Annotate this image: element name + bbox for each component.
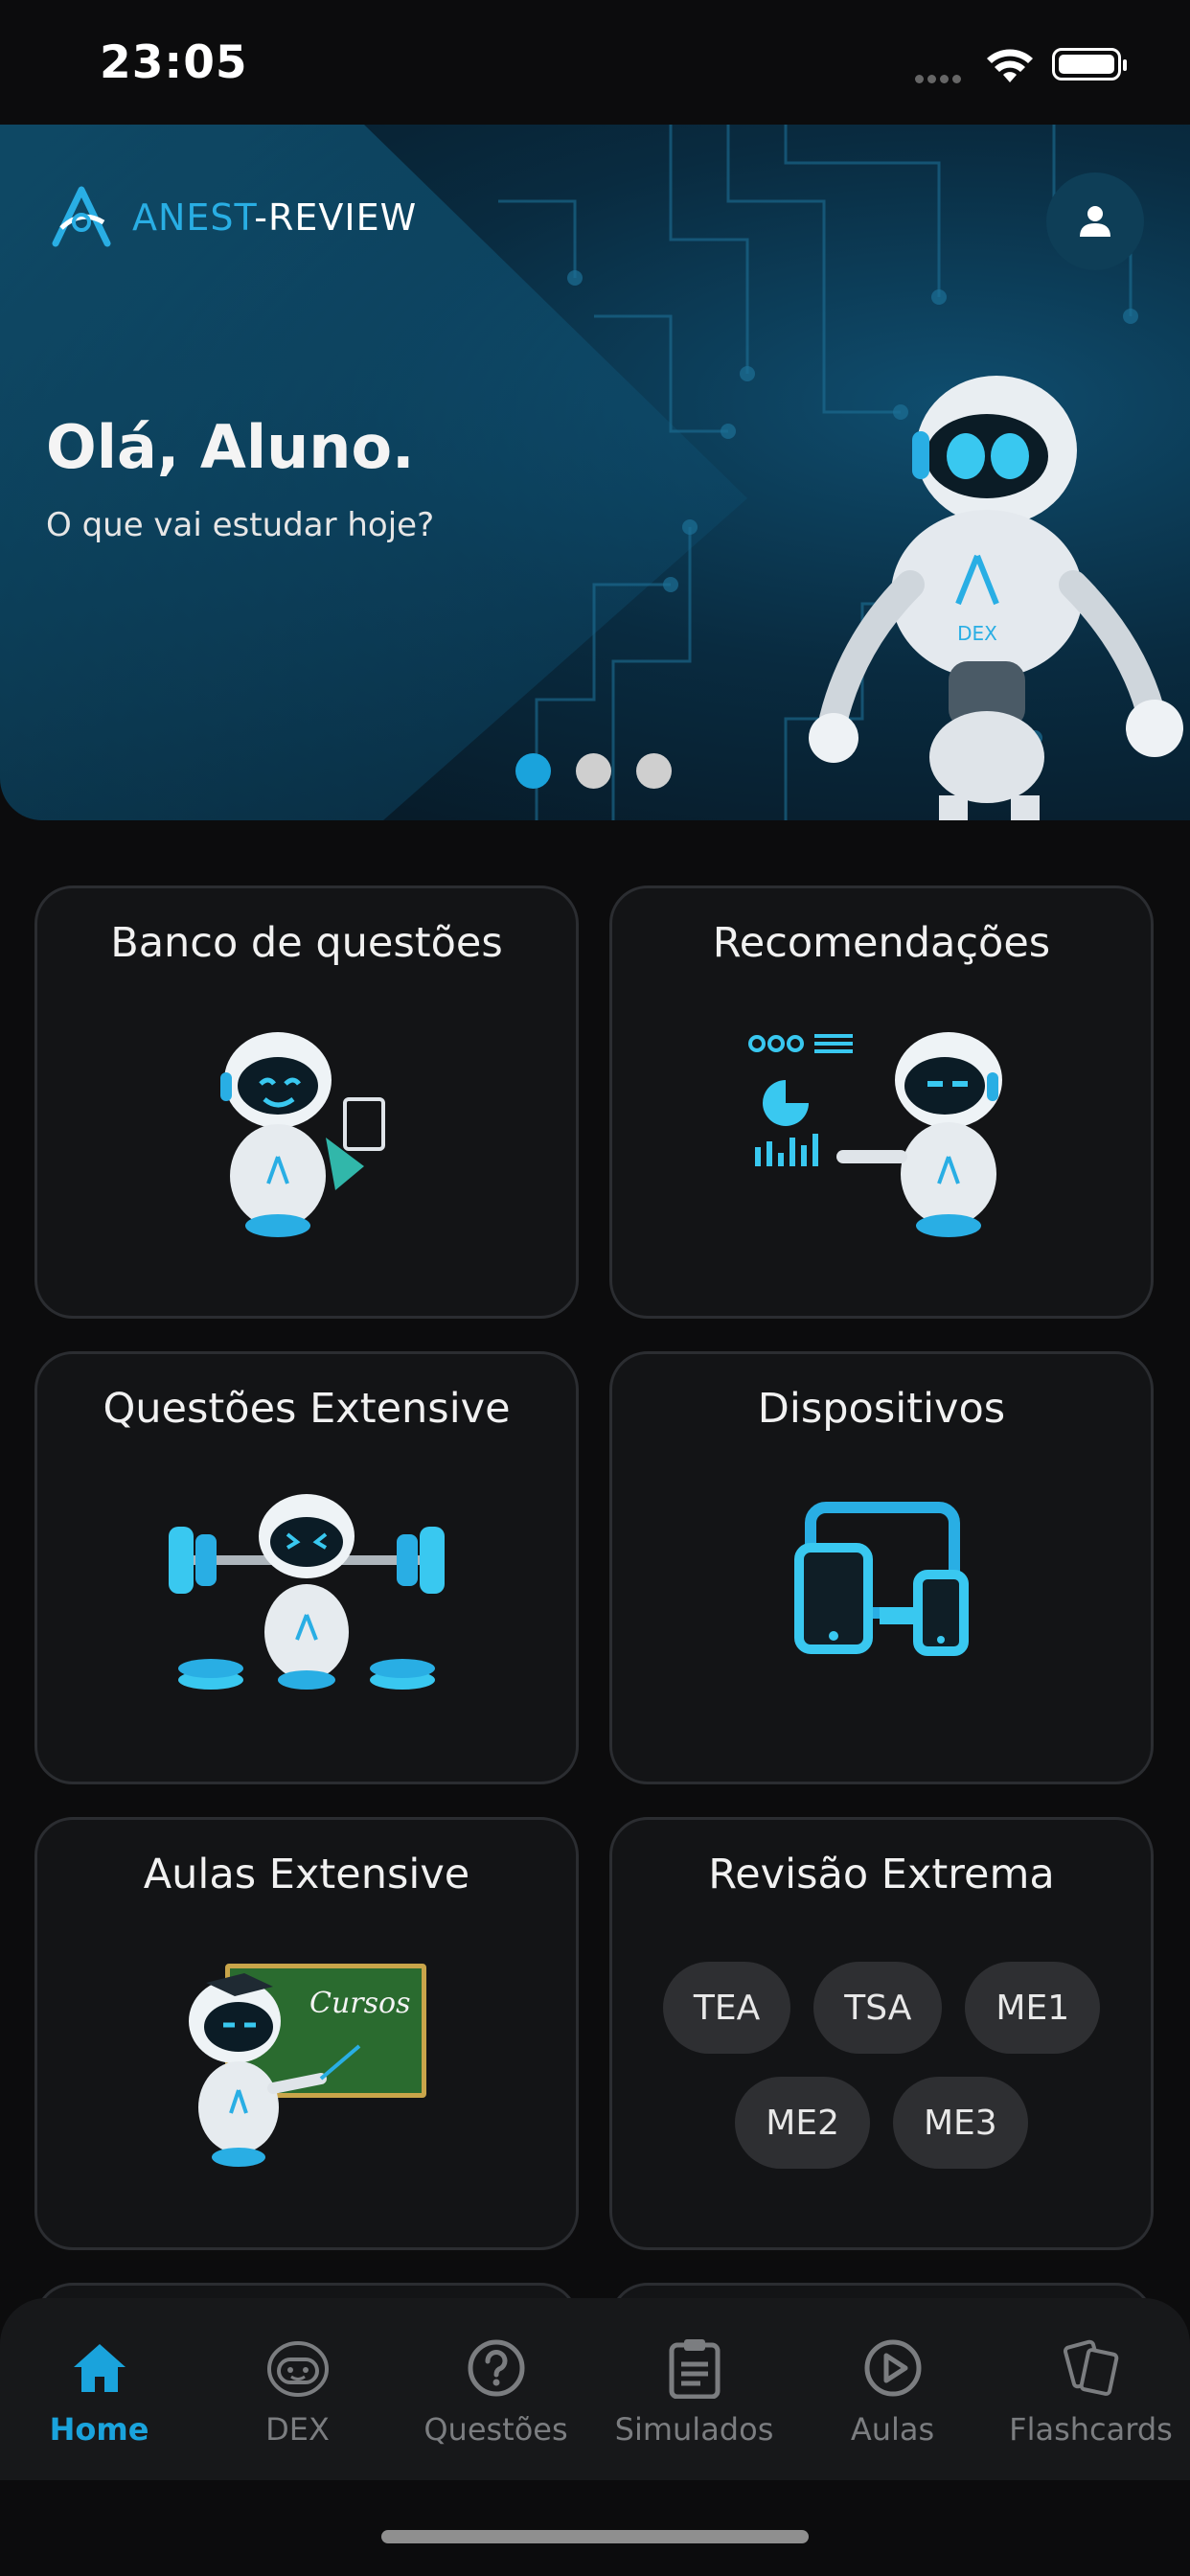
robot-analytics-icon (748, 1032, 1002, 1237)
cards-icon (1063, 2339, 1118, 2396)
greeting-subtitle: O que vai estudar hoje? (46, 506, 435, 544)
chip-me3[interactable]: ME3 (893, 2077, 1028, 2169)
carousel-dot[interactable] (576, 753, 611, 789)
card-revisao-extrema[interactable]: Revisão Extrema TEA TSA ME1 ME2 ME3 (609, 1817, 1154, 2250)
exam-chip-group: TEA TSA ME1 ME2 ME3 (612, 1962, 1151, 2169)
signal-icon (915, 69, 965, 87)
nav-label: Flashcards (1009, 2411, 1173, 2448)
robot-clipboard-icon (220, 1032, 385, 1237)
nav-label: Simulados (614, 2411, 774, 2448)
robot-face-icon (266, 2341, 329, 2397)
card-title: Revisão Extrema (708, 1851, 1055, 1898)
nav-label: DEX (265, 2411, 330, 2448)
card-title: Dispositivos (757, 1385, 1006, 1433)
hero-banner[interactable]: ANEST-REVIEW Olá, Aluno. O que vai estud… (0, 125, 1190, 820)
nav-label: Questões (423, 2411, 568, 2448)
card-title: Banco de questões (110, 919, 503, 967)
profile-button[interactable] (1046, 172, 1144, 270)
robot-mascot-icon: DEX (809, 376, 1183, 820)
carousel-indicator[interactable] (515, 753, 672, 789)
nav-item-home[interactable]: Home (0, 2334, 198, 2448)
question-circle-icon (468, 2339, 524, 2397)
wifi-icon (987, 49, 1033, 82)
card-aulas-extensive[interactable]: Aulas Extensive Cursos (34, 1817, 579, 2250)
card-title: Recomendações (712, 919, 1051, 967)
home-indicator[interactable] (381, 2530, 809, 2543)
nav-item-flashcards[interactable]: Flashcards (992, 2334, 1190, 2448)
card-questoes-extensive[interactable]: Questões Extensive (34, 1351, 579, 1784)
play-circle-icon (864, 2339, 921, 2397)
bottom-navigation: Home DEX Questões Simulados Aulas Flashc… (0, 2298, 1190, 2480)
clipboard-icon (669, 2339, 720, 2399)
user-icon (1080, 206, 1110, 237)
svg-text:DEX: DEX (957, 622, 997, 645)
carousel-dot[interactable] (636, 753, 672, 789)
card-title: Aulas Extensive (143, 1851, 470, 1898)
chip-me1[interactable]: ME1 (965, 1962, 1101, 2054)
card-dispositivos[interactable]: Dispositivos (609, 1351, 1154, 1784)
card-title: Questões Extensive (103, 1385, 511, 1433)
nav-label: Aulas (850, 2411, 935, 2448)
devices-icon (794, 1502, 969, 1656)
chip-tea[interactable]: TEA (662, 1962, 791, 2054)
chip-me2[interactable]: ME2 (735, 2077, 870, 2169)
robot-weightlifting-icon (169, 1494, 445, 1690)
greeting-title: Olá, Aluno. (46, 412, 415, 482)
status-bar: 23:05 (0, 0, 1190, 125)
logo-icon (52, 186, 111, 247)
logo-text: ANEST-REVIEW (132, 196, 418, 239)
nav-item-dex[interactable]: DEX (198, 2334, 397, 2448)
nav-item-aulas[interactable]: Aulas (793, 2334, 992, 2448)
home-icon (73, 2344, 126, 2392)
battery-icon (1052, 48, 1127, 80)
card-recomendacoes[interactable]: Recomendações (609, 886, 1154, 1319)
nav-item-simulados[interactable]: Simulados (595, 2334, 793, 2448)
chip-tsa[interactable]: TSA (813, 1962, 943, 2054)
status-time: 23:05 (100, 36, 248, 89)
carousel-dot-active[interactable] (515, 753, 551, 789)
card-banco-de-questoes[interactable]: Banco de questões (34, 886, 579, 1319)
nav-item-questoes[interactable]: Questões (397, 2334, 595, 2448)
robot-chalkboard-icon: Cursos (177, 1954, 436, 2174)
app-logo: ANEST-REVIEW (48, 184, 417, 251)
nav-label: Home (49, 2411, 149, 2448)
